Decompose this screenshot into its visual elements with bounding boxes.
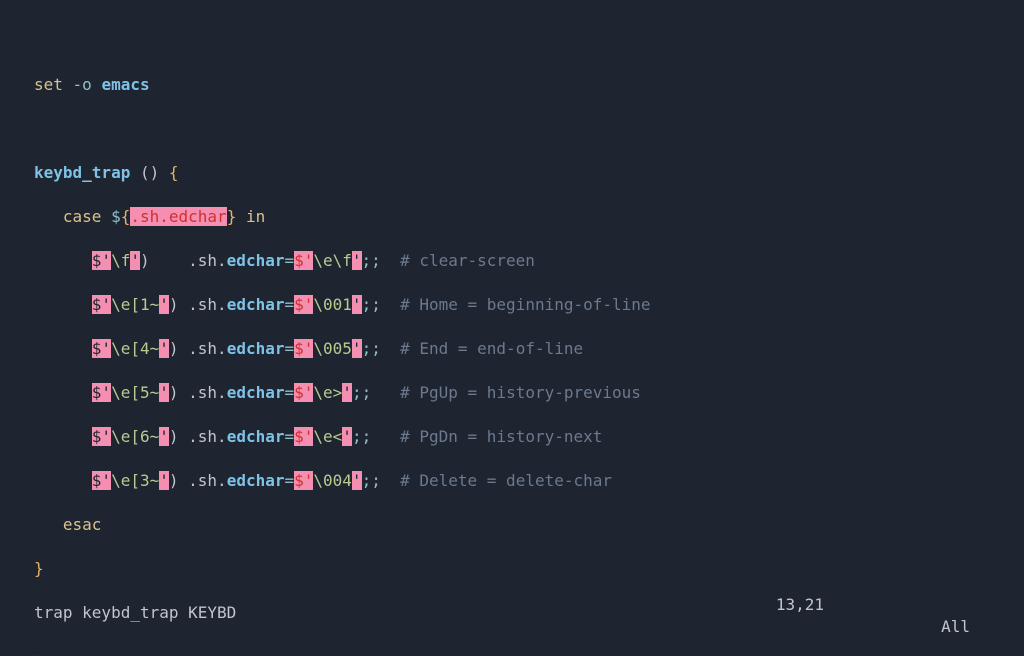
empty-line-tilde: ~	[34, 646, 990, 656]
code-line: $'\e[3~') .sh.edchar=$'\004';; # Delete …	[34, 470, 990, 492]
search-highlight: '	[352, 251, 362, 270]
search-highlight: $'	[92, 339, 111, 358]
code-line: $'\e[4~') .sh.edchar=$'\005';; # End = e…	[34, 338, 990, 360]
search-highlight: '	[342, 427, 352, 446]
search-highlight: '	[159, 339, 169, 358]
search-highlight: $'	[92, 427, 111, 446]
keyword-set: set	[34, 75, 63, 94]
option-emacs: emacs	[101, 75, 149, 94]
comment: # Home = beginning-of-line	[400, 295, 650, 314]
search-highlight: $'	[294, 295, 313, 314]
scroll-indicator: All	[941, 616, 970, 638]
cursor-position: 13,21	[776, 594, 824, 616]
search-highlight: $'	[92, 383, 111, 402]
search-highlight: '	[159, 427, 169, 446]
search-highlight: $'	[294, 339, 313, 358]
keyword-case: case	[63, 207, 102, 226]
open-brace: {	[169, 163, 179, 182]
blank-line	[34, 118, 990, 140]
search-highlight: '	[159, 295, 169, 314]
code-line: esac	[34, 514, 990, 536]
code-line: $'\e[6~') .sh.edchar=$'\e<';; # PgDn = h…	[34, 426, 990, 448]
search-highlight: '	[159, 383, 169, 402]
code-line: $'\f') .sh.edchar=$'\e\f';; # clear-scre…	[34, 250, 990, 272]
vim-editor-viewport[interactable]: set -o emacs keybd_trap () { case ${.sh.…	[0, 0, 1024, 656]
code-line: $'\e[5~') .sh.edchar=$'\e>';; # PgUp = h…	[34, 382, 990, 404]
search-highlight: $'	[294, 383, 313, 402]
search-highlight: $'	[92, 471, 111, 490]
search-highlight: $'	[294, 251, 313, 270]
vim-status-line: 13,21 All	[0, 572, 1024, 638]
search-highlight: '	[342, 383, 352, 402]
search-highlight: '	[352, 339, 362, 358]
comment: # clear-screen	[400, 251, 535, 270]
search-highlight: $'	[92, 251, 111, 270]
search-highlight: $'	[294, 427, 313, 446]
search-highlight: '	[130, 251, 140, 270]
comment: # PgDn = history-next	[400, 427, 602, 446]
code-line: $'\e[1~') .sh.edchar=$'\001';; # Home = …	[34, 294, 990, 316]
func-name: keybd_trap	[34, 163, 130, 182]
comment: # End = end-of-line	[400, 339, 583, 358]
search-highlight: '	[352, 471, 362, 490]
comment: # PgUp = history-previous	[400, 383, 641, 402]
comment: # Delete = delete-char	[400, 471, 612, 490]
search-highlight: .sh.edchar	[130, 207, 226, 226]
keyword-esac: esac	[63, 515, 102, 534]
code-line: case ${.sh.edchar} in	[34, 206, 990, 228]
search-highlight: '	[159, 471, 169, 490]
code-line: keybd_trap () {	[34, 162, 990, 184]
search-highlight: '	[352, 295, 362, 314]
search-highlight: $'	[92, 295, 111, 314]
code-line: set -o emacs	[34, 74, 990, 96]
option-dash-o: -o	[63, 75, 102, 94]
search-highlight: $'	[294, 471, 313, 490]
